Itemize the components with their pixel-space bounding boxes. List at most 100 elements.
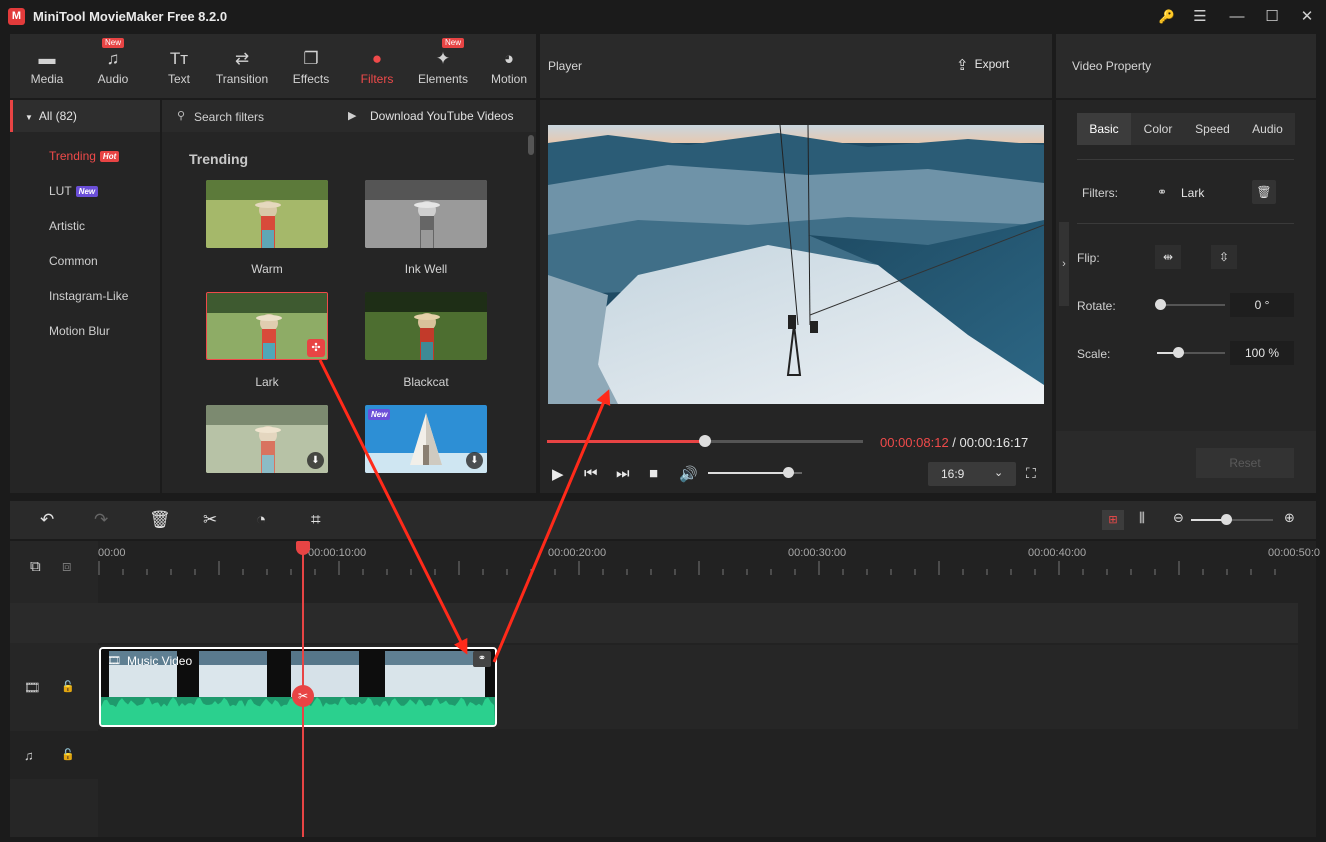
lock-icon[interactable]: 🔓 — [61, 748, 75, 761]
category-common[interactable]: Common — [49, 254, 98, 268]
close-icon[interactable]: ✕ — [1296, 6, 1318, 28]
film-icon: 🎞 — [107, 655, 121, 667]
tab-effects[interactable]: ❐ Effects — [286, 34, 336, 98]
filter-thumb[interactable]: ⬇ — [206, 405, 328, 473]
maximize-icon[interactable]: ☐ — [1261, 6, 1283, 28]
redo-icon[interactable]: ↷ — [94, 510, 108, 530]
tab-text[interactable]: Tт Text — [154, 34, 204, 98]
lock-icon[interactable]: 🔓 — [61, 680, 75, 693]
flip-horizontal-icon[interactable]: ⇹ — [1155, 245, 1181, 269]
volume-track[interactable] — [708, 467, 802, 478]
tab-motion[interactable]: ◕ Motion — [484, 34, 534, 98]
collapse-panel-chevron-icon[interactable]: › — [1059, 222, 1069, 306]
menu-icon[interactable]: ☰ — [1189, 6, 1211, 28]
tab-motion-label: Motion — [490, 72, 528, 86]
category-instagram-like[interactable]: Instagram-Like — [49, 289, 128, 303]
motion-icon: ◕ — [503, 49, 515, 68]
tab-elements[interactable]: New ✦ Elements — [414, 34, 472, 98]
tab-elements-label: Elements — [417, 72, 469, 86]
filter-icon: ⚭ — [1157, 185, 1168, 199]
export-label: Export — [974, 57, 1010, 71]
aspect-ratio-select[interactable]: 16:9 ⌄ — [928, 462, 1016, 486]
player-timecode: 00:00:08:12 / 00:00:16:17 — [880, 435, 1028, 450]
scale-slider-knob[interactable] — [1173, 347, 1184, 358]
zoom-out-icon[interactable]: ⊖ — [1173, 510, 1184, 526]
zoom-slider-knob[interactable] — [1221, 514, 1232, 525]
category-artistic[interactable]: Artistic — [49, 219, 85, 233]
export-button[interactable]: ⇪ Export — [956, 56, 1009, 76]
tab-transition[interactable]: ⇄ Transition — [212, 34, 272, 98]
tab-media[interactable]: ▬ Media — [22, 34, 72, 98]
volume-icon[interactable]: 🔊 — [679, 465, 698, 483]
playhead[interactable]: ✂ — [292, 541, 314, 837]
tab-filters[interactable]: ● Filters — [352, 34, 402, 98]
flip-vertical-icon[interactable]: ⇳ — [1211, 245, 1237, 269]
volume-knob[interactable] — [782, 467, 794, 478]
download-icon[interactable]: ⬇ — [466, 452, 483, 469]
volume-fill — [708, 472, 788, 474]
undo-icon[interactable]: ↶ — [40, 510, 54, 530]
ruler-label: 00:00:40:00 — [1028, 547, 1087, 559]
filter-thumb-warm[interactable] — [206, 180, 328, 248]
search-input[interactable]: Search filters — [194, 110, 264, 124]
fit-timeline-icon[interactable]: ⫼ — [1139, 510, 1145, 526]
playhead-handle[interactable] — [296, 541, 310, 555]
category-all[interactable]: ▼ All (82) — [10, 100, 160, 132]
stop-icon[interactable]: ■ — [649, 465, 658, 482]
time-separator: / — [948, 435, 960, 450]
filter-applied-icon[interactable]: ⚭ — [473, 651, 491, 667]
category-lut[interactable]: LUT New — [49, 184, 99, 198]
download-icon[interactable]: ⬇ — [307, 452, 324, 469]
download-youtube-button[interactable]: Download YouTube Videos — [370, 109, 513, 123]
ruler-label: 00:00:30:00 — [788, 547, 847, 559]
next-frame-icon[interactable]: ⏭ — [616, 465, 630, 482]
applied-filter-icon[interactable]: ✣ — [307, 339, 325, 357]
category-motion-blur[interactable]: Motion Blur — [49, 324, 110, 338]
zoom-in-icon[interactable]: ⊕ — [1284, 510, 1295, 526]
play-icon[interactable]: ▶ — [552, 465, 564, 483]
filter-thumb-lark[interactable]: ✣ — [206, 292, 328, 360]
player-progress-track[interactable] — [547, 435, 863, 447]
minimize-icon[interactable]: — — [1226, 6, 1248, 28]
rotate-value-field[interactable]: 0 ° — [1230, 293, 1294, 317]
tab-speed[interactable]: Speed — [1185, 113, 1240, 145]
audio-icon: ♫ — [106, 49, 120, 68]
filter-thumb-blackcat[interactable] — [365, 292, 487, 360]
reset-button[interactable]: Reset — [1196, 448, 1294, 478]
previous-frame-icon[interactable]: ⏮ — [584, 465, 598, 482]
player-progress-knob[interactable] — [699, 435, 711, 447]
scrollbar-thumb[interactable] — [528, 135, 534, 155]
trash-icon[interactable]: 🗑 — [1252, 180, 1276, 204]
delete-icon[interactable]: 🗑 — [149, 510, 171, 530]
crop-icon[interactable]: ⌗ — [311, 510, 321, 530]
tab-audio[interactable]: New ♫ Audio — [88, 34, 138, 98]
tab-color[interactable]: Color — [1131, 113, 1185, 145]
tab-audio[interactable]: Audio — [1240, 113, 1295, 145]
property-title: Video Property — [1072, 59, 1152, 73]
key-icon[interactable]: 🔑 — [1156, 6, 1178, 28]
ruler-label: 00:00:10:00 — [308, 547, 367, 559]
remove-track-icon[interactable]: ⧈ — [62, 558, 72, 575]
speed-icon[interactable]: ◔ — [256, 510, 266, 530]
rotate-slider[interactable] — [1155, 299, 1225, 310]
add-track-icon[interactable]: ⧉ — [30, 558, 41, 575]
filter-thumb-ink-well[interactable] — [365, 180, 487, 248]
category-all-label: All (82) — [38, 109, 77, 123]
split-scissors-icon[interactable]: ✂ — [292, 685, 314, 707]
rotate-slider-knob[interactable] — [1155, 299, 1166, 310]
category-trending[interactable]: Trending Hot — [49, 149, 120, 163]
snap-icon[interactable]: ⊞ — [1102, 510, 1124, 530]
rotate-label: Rotate: — [1077, 299, 1116, 313]
chevron-down-icon: ⌄ — [994, 467, 1004, 479]
timeline-ruler[interactable] — [98, 541, 1298, 601]
caret-down-icon: ▼ — [25, 113, 33, 122]
filter-thumb[interactable]: New ⬇ — [365, 405, 487, 473]
tab-basic[interactable]: Basic — [1077, 113, 1131, 145]
export-icon: ⇪ — [956, 57, 969, 74]
ruler-label: 00:00:20:00 — [548, 547, 607, 559]
split-icon[interactable]: ✂ — [203, 510, 217, 530]
scale-value-field[interactable]: 100 % — [1230, 341, 1294, 365]
fullscreen-icon[interactable]: ⛶ — [1026, 465, 1036, 482]
scale-slider[interactable] — [1157, 347, 1225, 358]
zoom-slider[interactable] — [1191, 514, 1273, 525]
